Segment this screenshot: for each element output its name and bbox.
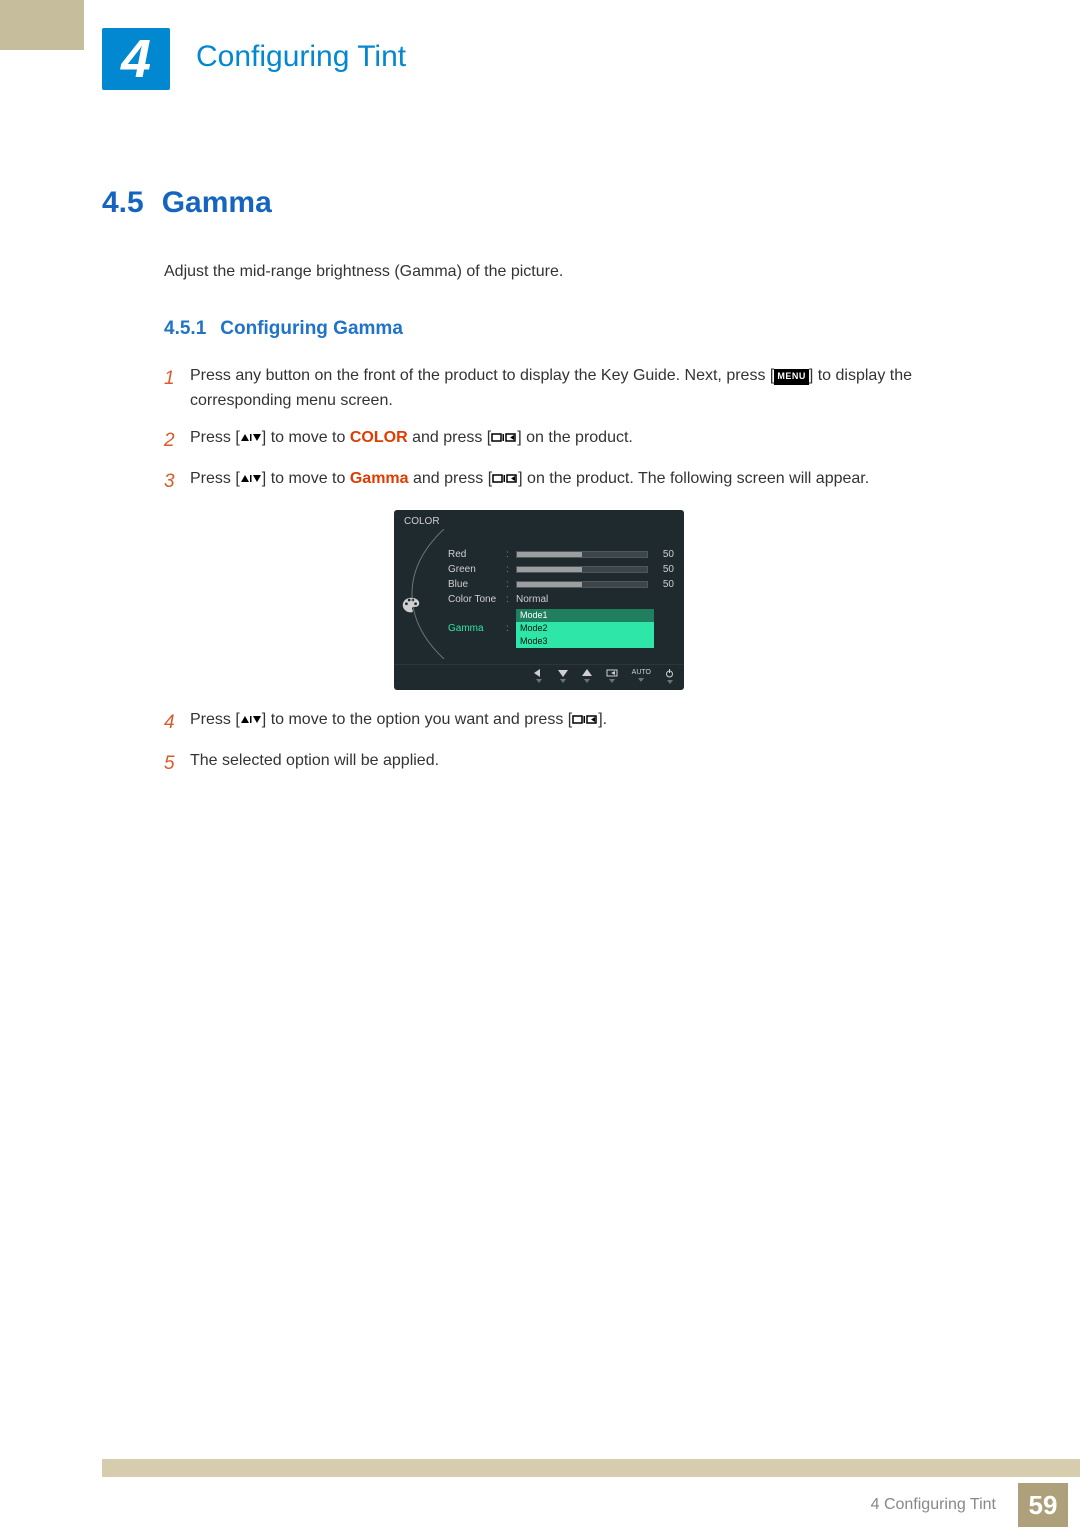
enter-icon	[606, 669, 618, 684]
step-text-frag: Press [	[190, 470, 240, 487]
osd-value: 50	[654, 564, 674, 575]
osd-row-red: Red : 50	[448, 547, 674, 562]
step-text: Press [ ] to move to COLOR and press [ ] o…	[190, 426, 990, 455]
down-arrow-icon	[558, 669, 568, 684]
osd-slider	[516, 551, 654, 558]
step-number: 1	[164, 364, 190, 414]
osd-row-green: Green : 50	[448, 562, 674, 577]
enter-exit-icon	[492, 473, 518, 485]
step-number: 4	[164, 708, 190, 737]
step-text: Press [ ] to move to Gamma and press [ ] o…	[190, 467, 990, 496]
step-1: 1 Press any button on the front of the p…	[164, 364, 990, 414]
up-down-arrows-icon	[240, 432, 262, 444]
osd-screenshot: COLOR Red : 50 Green : 50	[394, 510, 684, 689]
step-number: 5	[164, 749, 190, 778]
osd-label: Green	[448, 564, 506, 575]
keyword-gamma: Gamma	[350, 470, 409, 487]
subsection-heading: 4.5.1 Configuring Gamma	[164, 318, 990, 340]
enter-exit-icon	[491, 432, 517, 444]
footer-stripe	[102, 1459, 1080, 1477]
osd-dropdown-option: Mode2	[516, 622, 654, 635]
osd-label: Color Tone	[448, 594, 506, 605]
osd-value: 50	[654, 579, 674, 590]
osd-dropdown: Mode1 Mode2 Mode3	[516, 609, 654, 647]
chapter-badge: 4	[102, 28, 170, 90]
footer-chapter: 4 Configuring Tint	[871, 1496, 996, 1514]
keyword-color: COLOR	[350, 429, 408, 446]
step-number: 2	[164, 426, 190, 455]
osd-value: 50	[654, 549, 674, 560]
step-text: Press any button on the front of the pro…	[190, 364, 990, 414]
step-text-frag: and press [	[409, 470, 493, 487]
osd-colon: :	[506, 564, 516, 575]
step-2: 2 Press [ ] to move to COLOR and press []…	[164, 426, 990, 455]
step-text-frag: ] on the product.	[517, 429, 633, 446]
up-down-arrows-icon	[240, 473, 262, 485]
osd-footer-buttons: AUTO	[394, 664, 684, 686]
step-5: 5 The selected option will be applied.	[164, 749, 990, 778]
step-number: 3	[164, 467, 190, 496]
back-icon	[534, 669, 544, 684]
osd-row-blue: Blue : 50	[448, 577, 674, 592]
step-text-frag: ].	[598, 711, 607, 728]
step-text: The selected option will be applied.	[190, 749, 990, 778]
section-number: 4.5	[102, 186, 144, 219]
osd-slider	[516, 581, 654, 588]
section-intro: Adjust the mid-range brightness (Gamma) …	[164, 260, 990, 284]
osd-colon: :	[506, 594, 516, 605]
step-list: 1 Press any button on the front of the p…	[164, 364, 990, 779]
osd-dropdown-option: Mode3	[516, 635, 654, 648]
enter-exit-icon	[572, 714, 598, 726]
section-title: Gamma	[162, 186, 272, 219]
osd-colon: :	[506, 623, 516, 634]
step-text-frag: ] to move to	[262, 470, 350, 487]
step-text-frag: Press [	[190, 711, 240, 728]
subsection-title: Configuring Gamma	[220, 318, 403, 339]
osd-label-selected: Gamma	[448, 623, 506, 634]
osd-label: Red	[448, 549, 506, 560]
step-text-frag: ] to move to	[262, 429, 350, 446]
osd-colon: :	[506, 549, 516, 560]
step-text-frag: ] to move to the option you want and pre…	[262, 711, 572, 728]
step-3: 3 Press [ ] to move to Gamma and press []…	[164, 467, 990, 496]
osd-curve-decoration	[404, 529, 446, 659]
menu-chip-icon: MENU	[774, 369, 809, 385]
header-side-stripe	[0, 0, 84, 50]
step-text-frag: and press [	[408, 429, 492, 446]
step-text-frag: Press [	[190, 429, 240, 446]
osd-row-gamma: Gamma : Mode1 Mode2 Mode3	[448, 607, 674, 649]
subsection-number: 4.5.1	[164, 318, 206, 339]
step-text: Press [ ] to move to the option you want …	[190, 708, 990, 737]
up-down-arrows-icon	[240, 714, 262, 726]
up-arrow-icon	[582, 669, 592, 684]
page-footer: 4 Configuring Tint 59	[0, 1459, 1080, 1527]
osd-slider	[516, 566, 654, 573]
step-text-frag: Press any button on the front of the pro…	[190, 367, 774, 384]
osd-dropdown-option: Mode1	[516, 609, 654, 622]
auto-label: AUTO	[632, 669, 651, 684]
osd-colon: :	[506, 579, 516, 590]
osd-row-color-tone: Color Tone : Normal	[448, 592, 674, 607]
power-icon	[665, 669, 674, 684]
step-text-frag: ] on the product. The following screen w…	[518, 470, 869, 487]
step-4: 4 Press [ ] to move to the option you wan…	[164, 708, 990, 737]
osd-label: Blue	[448, 579, 506, 590]
page-number: 59	[1018, 1483, 1068, 1527]
osd-value: Normal	[516, 594, 674, 605]
section-heading: 4.5 Gamma	[102, 186, 990, 220]
palette-icon	[400, 595, 422, 617]
chapter-title: Configuring Tint	[196, 40, 406, 74]
